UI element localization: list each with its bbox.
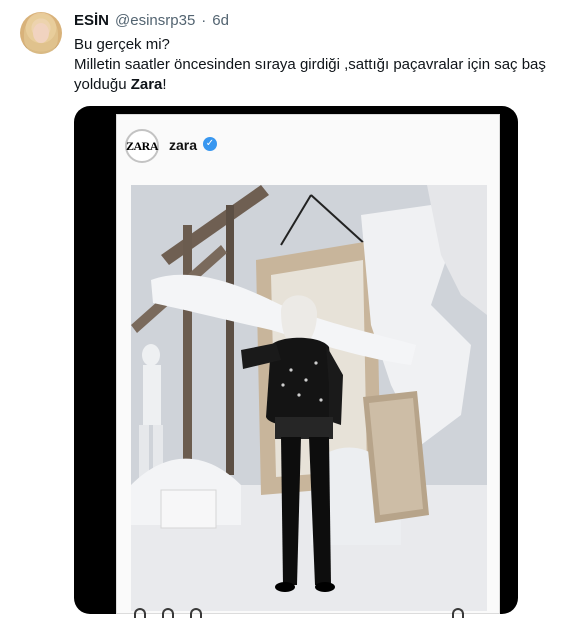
tweet-header: ESİN @esinsrp35 · 6d [74,12,229,32]
tweet-line-3-suffix: ! [162,76,167,93]
instagram-account-name: zara [169,137,198,153]
zara-logo: ZARA [125,129,159,163]
bookmark-icon [452,608,464,618]
instagram-action-icons [64,608,484,618]
tweet[interactable]: ESİN @esinsrp35 · 6d Bu gerçek mi? Mille… [0,0,566,618]
tweet-line-2: Milletin saatler öncesinden sıraya girdi… [74,56,546,73]
avatar[interactable] [20,12,62,54]
share-icon [190,608,202,618]
fashion-photo-scene [131,185,487,611]
author-name[interactable]: ESİN [74,12,109,29]
separator-dot: · [201,12,207,29]
tweet-line-3-prefix: yolduğu [74,76,131,93]
heart-icon [134,608,146,618]
avatar-face [33,23,49,43]
author-handle[interactable]: @esinsrp35 [115,12,195,29]
tweet-text: Bu gerçek mi? Milletin saatler öncesinde… [74,35,560,95]
fashion-photo [131,185,487,611]
verified-badge-icon: ✓ [203,137,217,151]
comment-icon [162,608,174,618]
instagram-post-card: ZARA zara ✓ [116,114,500,614]
tweet-line-1: Bu gerçek mi? [74,36,170,53]
tweet-line-3: yolduğu Zara! [74,75,560,95]
tweet-bold-zara: Zara [130,76,163,93]
tweet-media[interactable]: ZARA zara ✓ [74,106,518,614]
tweet-time[interactable]: 6d [212,12,229,29]
instagram-post-header: ZARA zara ✓ [117,115,499,173]
